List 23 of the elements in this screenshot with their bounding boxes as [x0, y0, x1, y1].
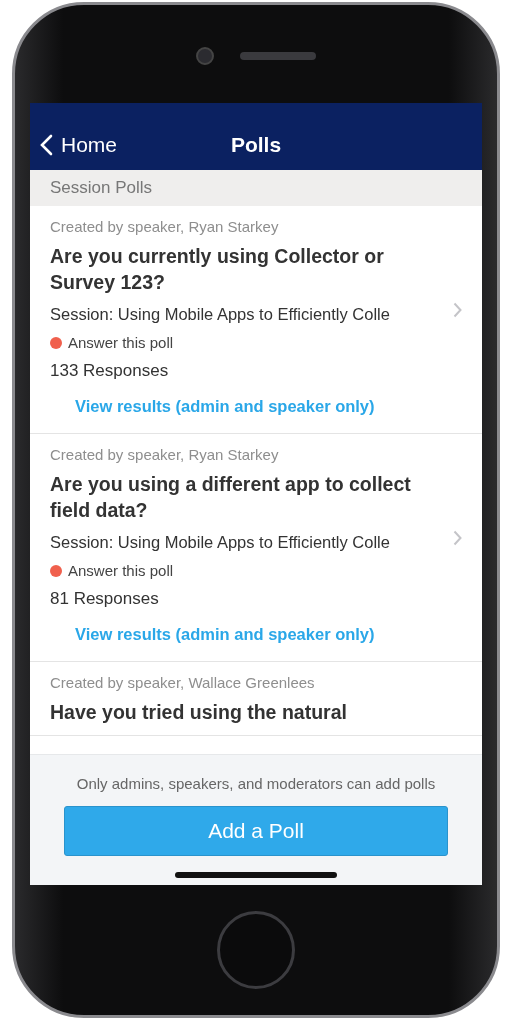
chevron-icon[interactable]	[453, 529, 462, 546]
response-count: 133 Responses	[50, 361, 170, 381]
poll-creator: Created by speaker, Wallace Greenlees	[50, 674, 316, 691]
poll-question: Have you tried using the natural	[50, 700, 348, 725]
section-title: Session Polls	[50, 178, 153, 198]
chevron-icon[interactable]	[453, 301, 462, 318]
camera-icon	[196, 47, 214, 65]
response-count: 81 Responses	[50, 589, 160, 609]
poll-session: Session: Using Mobile Apps to Efficiently Colle	[50, 305, 390, 324]
view-results-link[interactable]: View results (admin and speaker only)	[75, 397, 375, 415]
permission-note: Only admins, speakers, and moderators can add polls	[76, 775, 436, 792]
poll-creator: Created by speaker, Ryan Starkey	[50, 218, 280, 235]
view-results-link[interactable]: View results (admin and speaker only)	[75, 625, 375, 643]
add-poll-button[interactable]: Add a Poll	[64, 806, 448, 856]
poll-status: Answer this poll	[68, 562, 174, 579]
screen-title: Polls	[230, 133, 282, 156]
poll-creator: Created by speaker, Ryan Starkey	[50, 446, 280, 463]
poll-question: Are you currently using Collector or Survey 123?	[50, 244, 385, 295]
poll-status: Answer this poll	[68, 334, 174, 351]
back-chevron-icon	[40, 134, 53, 156]
back-button[interactable]: Home	[40, 133, 118, 157]
poll-session: Session: Using Mobile Apps to Efficiently Colle	[50, 533, 390, 552]
poll-question: Are you using a different app to collect field data?	[50, 472, 412, 523]
